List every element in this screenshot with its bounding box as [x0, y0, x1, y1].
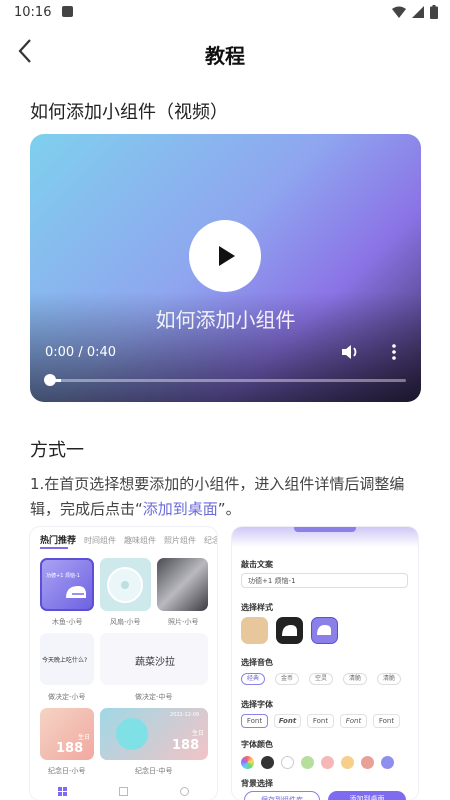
add-to-desktop-button: 添加到桌面 — [328, 791, 406, 800]
color-option-3 — [281, 756, 294, 769]
font-option-2: Font — [274, 714, 301, 728]
anniversary-medium-label: 生日 — [192, 730, 205, 737]
photo-tile — [157, 558, 208, 611]
color-option-7 — [361, 756, 374, 769]
status-bar: 10:16 — [0, 0, 450, 26]
caption-decide-medium: 做决定-中号 — [135, 693, 173, 701]
color-option-8 — [381, 756, 394, 769]
wifi-icon — [392, 6, 406, 18]
status-time: 10:16 — [14, 5, 52, 20]
wooden-fish-icon — [317, 625, 331, 635]
label-font: 选择字体 — [241, 700, 273, 709]
more-options-icon[interactable] — [390, 343, 398, 361]
tone-option-2: 金币 — [275, 673, 299, 685]
font-option-3: Font — [307, 714, 334, 728]
instruction-text: 1.在首页选择想要添加的小组件，进入组件详情后调整编辑，完成后点击“添加到桌面”… — [30, 472, 422, 522]
tab-memorial: 纪念 — [204, 536, 217, 545]
label-tone: 选择音色 — [241, 658, 273, 667]
save-to-library-button: 保存到组件库 — [244, 791, 320, 800]
home-tab-icon — [58, 787, 67, 796]
page-title: 教程 — [205, 44, 245, 68]
muyu-tile-text: 功德+1 烦恼-1 — [46, 573, 80, 579]
caption-anniversary-small: 纪念日-小号 — [48, 767, 86, 775]
anniversary-small-number: 188 — [56, 741, 84, 756]
clock-tab-icon — [180, 787, 189, 796]
play-button[interactable] — [189, 220, 261, 292]
style-option-purple — [311, 617, 338, 644]
gallery-tab-icon — [119, 787, 128, 796]
decide-medium-tile: 蔬菜沙拉 — [100, 633, 208, 685]
question-text: 今天晚上吃什么? — [42, 657, 88, 664]
signal-icon — [412, 6, 424, 18]
widget-category-tabs: 热门推荐 时间组件 趣味组件 照片组件 纪念 — [40, 533, 217, 546]
battery-icon — [430, 5, 438, 19]
caption-photo: 照片-小号 — [168, 618, 199, 626]
tab-hot: 热门推荐 — [40, 536, 77, 546]
tone-option-1: 经典 — [241, 673, 265, 685]
tone-option-4: 清脆 — [343, 673, 367, 685]
anniversary-small-label: 生日 — [78, 734, 91, 741]
muyu-tile: 功德+1 烦恼-1 — [40, 558, 94, 611]
style-option-wood — [241, 617, 268, 644]
salad-text: 蔬菜沙拉 — [135, 657, 175, 668]
fan-tile — [100, 558, 151, 611]
notification-icon — [62, 6, 73, 17]
color-option-4 — [301, 756, 314, 769]
tone-option-3: 空灵 — [309, 673, 333, 685]
label-background: 背景选择 — [241, 779, 273, 788]
color-option-6 — [341, 756, 354, 769]
video-seek-track[interactable] — [48, 379, 406, 382]
style-option-black — [276, 617, 303, 644]
color-option-1 — [241, 756, 254, 769]
wooden-fish-icon — [66, 586, 86, 598]
preview-handle — [294, 527, 356, 532]
caption-decide-small: 做决定-小号 — [48, 693, 86, 701]
widget-list-screenshot: 热门推荐 时间组件 趣味组件 照片组件 纪念 功德+1 烦恼-1 木鱼-小号 风扇-小号… — [30, 527, 217, 800]
font-option-1: Font — [241, 714, 268, 728]
tap-text-field: 功德+1 烦恼-1 — [241, 573, 408, 588]
instruction-suffix: ”。 — [217, 500, 241, 518]
color-option-2 — [261, 756, 274, 769]
widget-edit-screenshot: 敲击文案 功德+1 烦恼-1 选择样式 选择音色 经典 金币 空灵 清脆 清脆 … — [232, 527, 418, 800]
caption-fan: 风扇-小号 — [110, 618, 141, 626]
anniversary-medium-number: 188 — [172, 738, 200, 753]
volume-icon[interactable] — [340, 343, 362, 361]
fan-icon — [107, 567, 143, 603]
balloon-icon — [116, 718, 148, 750]
tab-fun: 趣味组件 — [124, 536, 157, 545]
play-icon — [219, 246, 235, 266]
video-overlay-text: 如何添加小组件 — [155, 308, 296, 332]
font-option-4: Font — [340, 714, 367, 728]
tab-time: 时间组件 — [84, 536, 117, 545]
video-section-title: 如何添加小组件（视频） — [30, 102, 228, 123]
tutorial-video-player[interactable]: 如何添加小组件 0:00 / 0:40 — [30, 134, 421, 402]
tab-indicator — [40, 547, 68, 549]
video-seek-handle[interactable] — [44, 374, 56, 386]
font-option-5: Font — [373, 714, 400, 728]
nav-bar: 教程 — [0, 26, 450, 78]
label-style: 选择样式 — [241, 603, 273, 612]
method-section-title: 方式一 — [30, 440, 84, 461]
tab-photo: 照片组件 — [164, 536, 197, 545]
caption-muyu: 木鱼-小号 — [52, 618, 83, 626]
label-tap-text: 敲击文案 — [241, 560, 273, 569]
video-time: 0:00 / 0:40 — [45, 345, 117, 360]
anniversary-small-tile: 188 生日 — [40, 708, 94, 760]
anniversary-date: 2022-12-09 — [170, 712, 200, 718]
color-option-5 — [321, 756, 334, 769]
caption-anniversary-medium: 纪念日-中号 — [135, 767, 173, 775]
anniversary-medium-tile: 2022-12-09 188 生日 — [100, 708, 208, 760]
decide-small-tile: 今天晚上吃什么? — [40, 633, 94, 685]
wooden-fish-icon — [282, 625, 297, 636]
add-to-desktop-link[interactable]: 添加到桌面 — [143, 500, 218, 518]
tone-option-5: 清脆 — [377, 673, 401, 685]
label-font-color: 字体颜色 — [241, 740, 273, 749]
